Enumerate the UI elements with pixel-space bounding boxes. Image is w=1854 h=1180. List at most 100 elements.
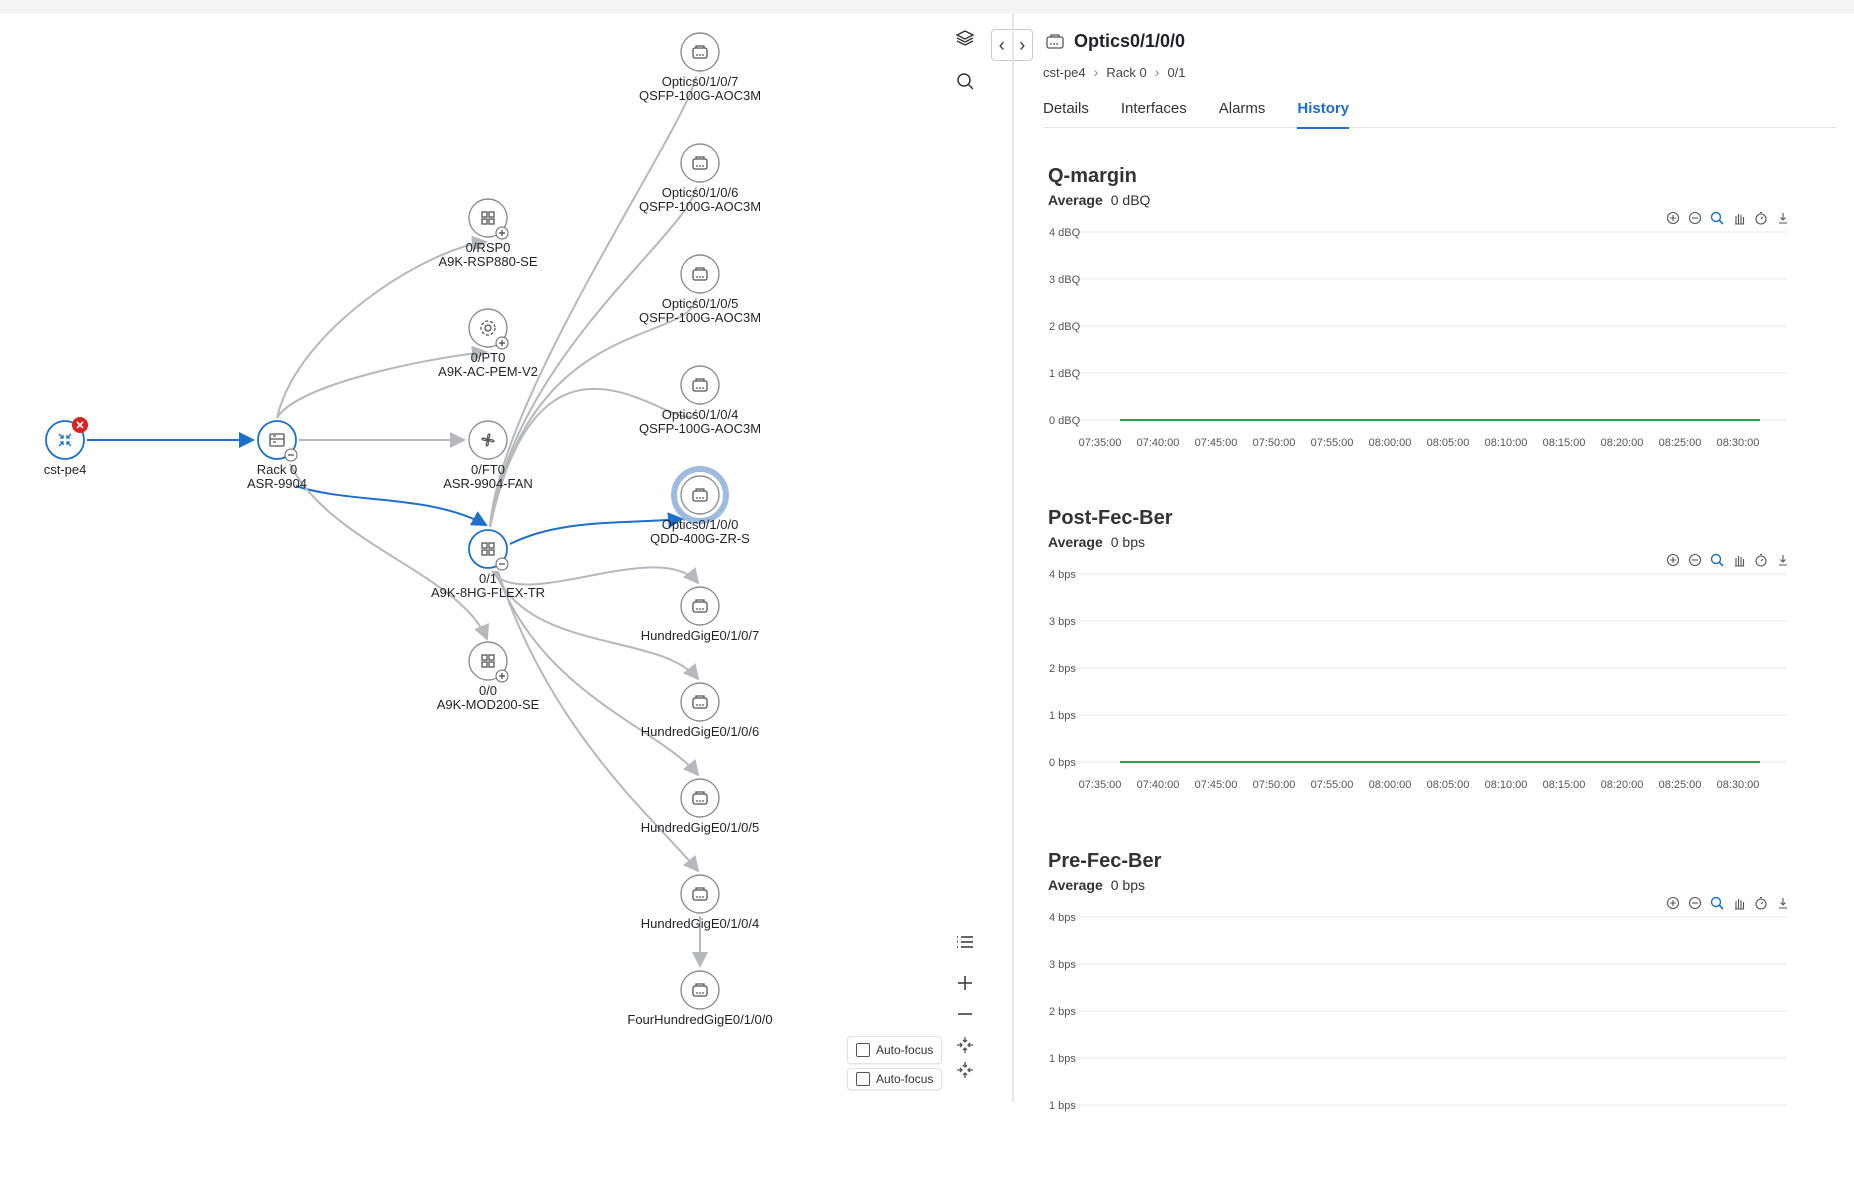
node-circle[interactable] — [680, 970, 720, 1010]
node-circle[interactable] — [680, 365, 720, 405]
chart-plot-area[interactable]: 4 bps 3 bps 2 bps 1 bps 0 bps07:35:00 07:40:0… — [1014, 562, 1814, 812]
zoom-out-icon[interactable] — [955, 1004, 987, 1036]
y-tick-label: 0 bps — [1049, 757, 1076, 769]
chart-title: Pre-Fec-Ber — [1048, 850, 1162, 872]
node-sublabel: QSFP-100G-AOC3M — [639, 421, 761, 436]
node-circle[interactable] — [680, 254, 720, 294]
graph-node-fhg0[interactable]: FourHundredGigE0/1/0/0 — [627, 970, 773, 1027]
average-label: Average — [1048, 534, 1103, 550]
node-label: 0/PT0 — [471, 350, 506, 365]
graph-node-rsp0[interactable]: 0/RSP0A9K-RSP880-SE — [439, 198, 538, 269]
y-tick-label: 2 bps — [1049, 663, 1076, 675]
node-sublabel: ASR-9904 — [247, 476, 307, 491]
node-circle[interactable] — [680, 874, 720, 914]
expand-node-icon[interactable] — [495, 669, 509, 683]
node-circle[interactable] — [680, 586, 720, 626]
history-chart: Q-margin Average 0 dBQ 4 dBQ 3 dBQ 2 dBQ 1 dBQ… — [1014, 165, 1854, 495]
graph-node-opt4[interactable]: Optics0/1/0/4QSFP-100G-AOC3M — [639, 365, 761, 436]
graph-node-opt5[interactable]: Optics0/1/0/5QSFP-100G-AOC3M — [639, 254, 761, 325]
zoom-in-icon[interactable] — [955, 973, 987, 1005]
graph-node-hg6[interactable]: HundredGigE0/1/0/6 — [641, 682, 760, 739]
x-tick-label: 07:55:00 — [1311, 779, 1354, 791]
average-value: 0 dBQ — [1110, 192, 1151, 208]
collapse-node-icon[interactable] — [284, 448, 298, 462]
x-tick-label: 08:30:00 — [1717, 779, 1760, 791]
graph-node-rack0[interactable]: Rack 0ASR-9904 — [247, 420, 307, 491]
node-label: 0/RSP0 — [466, 240, 511, 255]
chart-plot-area[interactable]: 4 dBQ 3 dBQ 2 dBQ 1 dBQ 0 dBQ 07:35:00 07:40:0… — [1014, 220, 1814, 470]
list-icon[interactable] — [955, 932, 987, 964]
node-label: Optics0/1/0/0 — [662, 517, 739, 532]
x-tick-label: 08:20:00 — [1601, 779, 1644, 791]
y-tick-label: 0 dBQ — [1049, 415, 1081, 427]
tab-interfaces[interactable]: Interfaces — [1121, 98, 1187, 128]
node-circle[interactable] — [680, 682, 720, 722]
layers-icon[interactable] — [955, 28, 987, 60]
graph-node-cst-pe4[interactable]: cst-pe4 — [44, 417, 88, 477]
graph-node-slot01[interactable]: 0/1A9K-8HG-FLEX-TR — [431, 529, 545, 600]
graph-node-slot00[interactable]: 0/0A9K-MOD200-SE — [437, 641, 540, 712]
node-sublabel: A9K-MOD200-SE — [437, 697, 540, 712]
tab-alarms[interactable]: Alarms — [1219, 98, 1266, 128]
fit-to-screen-icon-2[interactable] — [955, 1060, 987, 1092]
graph-node-opt0[interactable]: Optics0/1/0/0QDD-400G-ZR-S — [650, 466, 750, 546]
auto-focus-checkbox[interactable] — [856, 1043, 870, 1057]
history-chart: Post-Fec-Ber Average 0 bps 4 bps 3 bps 2 bps 1… — [1014, 507, 1854, 837]
chevron-right-icon: › — [1093, 64, 1099, 80]
expand-node-icon[interactable] — [495, 226, 509, 240]
breadcrumb-item-slot[interactable]: 0/1 — [1167, 65, 1185, 80]
tab-bar: Details Interfaces Alarms History — [1043, 98, 1836, 129]
tab-details[interactable]: Details — [1043, 98, 1089, 128]
x-tick-label: 07:35:00 — [1079, 437, 1122, 449]
graph-node-opt7[interactable]: Optics0/1/0/7QSFP-100G-AOC3M — [639, 32, 761, 103]
graph-node-hg5[interactable]: HundredGigE0/1/0/5 — [641, 778, 760, 835]
node-label: Optics0/1/0/6 — [662, 185, 739, 200]
graph-node-opt6[interactable]: Optics0/1/0/6QSFP-100G-AOC3M — [639, 143, 761, 214]
auto-focus-label-2: Auto-focus — [876, 1072, 934, 1086]
auto-focus-checkbox-2[interactable] — [856, 1072, 870, 1086]
expand-node-icon[interactable] — [495, 336, 509, 350]
breadcrumb-item-rack[interactable]: Rack 0 — [1106, 65, 1146, 80]
average-value: 0 bps — [1110, 534, 1145, 550]
node-circle[interactable] — [680, 143, 720, 183]
chart-plot-area[interactable]: 4 bps3 bps2 bps1 bps1 bps — [1014, 905, 1814, 1155]
average-label: Average — [1048, 192, 1103, 208]
collapse-node-icon[interactable] — [495, 557, 509, 571]
tab-history[interactable]: History — [1297, 98, 1349, 129]
y-tick-label: 3 bps — [1049, 959, 1076, 971]
chart-title: Q-margin — [1048, 165, 1137, 187]
chevron-left-icon[interactable]: ‹ — [992, 30, 1012, 60]
node-sublabel: ASR-9904-FAN — [443, 476, 533, 491]
x-tick-label: 08:25:00 — [1659, 437, 1702, 449]
x-tick-label: 08:25:00 — [1659, 779, 1702, 791]
node-circle[interactable] — [680, 475, 720, 515]
node-label: cst-pe4 — [44, 462, 87, 477]
node-sublabel: QSFP-100G-AOC3M — [639, 310, 761, 325]
graph-node-pt0[interactable]: 0/PT0A9K-AC-PEM-V2 — [438, 308, 538, 379]
node-circle[interactable] — [680, 778, 720, 818]
chevron-right-icon: › — [1154, 64, 1160, 80]
x-tick-label: 08:30:00 — [1717, 437, 1760, 449]
x-tick-label: 07:35:00 — [1079, 779, 1122, 791]
edge-rack-slot01 — [295, 485, 488, 526]
detail-panel: Optics0/1/0/0 cst-pe4 › Rack 0 › 0/1 Det… — [1014, 14, 1854, 1112]
chart-average: Average 0 dBQ — [1048, 192, 1150, 208]
graph-node-hg4[interactable]: HundredGigE0/1/0/4 — [641, 874, 760, 931]
y-tick-label: 3 bps — [1049, 616, 1076, 628]
node-label: Optics0/1/0/4 — [662, 407, 739, 422]
x-tick-label: 08:15:00 — [1543, 437, 1586, 449]
topology-graph[interactable]: cst-pe4 Rack 0 ASR-9904 0/RSP0 A9K-RSP880-SE… — [0, 14, 1033, 1102]
node-sublabel: A9K-AC-PEM-V2 — [438, 364, 538, 379]
node-label: HundredGigE0/1/0/5 — [641, 820, 760, 835]
x-tick-label: 08:00:00 — [1369, 437, 1412, 449]
y-tick-label: 1 bps — [1049, 710, 1076, 722]
search-icon[interactable] — [955, 71, 987, 103]
chart-title: Post-Fec-Ber — [1048, 507, 1173, 529]
graph-node-hg7[interactable]: HundredGigE0/1/0/7 — [641, 586, 760, 643]
auto-focus-toggle-2[interactable]: Auto-focus — [847, 1068, 943, 1090]
node-circle[interactable] — [680, 32, 720, 72]
edge-rack-pt0 — [276, 345, 488, 419]
auto-focus-toggle[interactable]: Auto-focus — [847, 1036, 943, 1064]
topology-canvas[interactable]: cst-pe4 Rack 0ASR-9904 0/RSP0A9K-RSP880-SE… — [0, 14, 1010, 1102]
breadcrumb-item-device[interactable]: cst-pe4 — [1043, 65, 1086, 80]
